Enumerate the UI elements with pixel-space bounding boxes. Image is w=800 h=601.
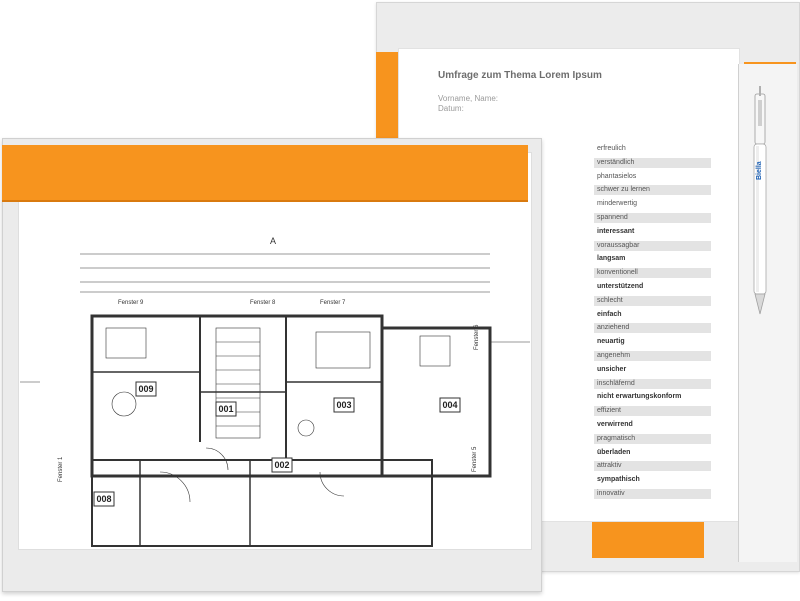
floor-plan-drawing: A 009 001 003 004 002 008 Fenster 9 Fenster 8 Fe…: [20, 236, 530, 547]
survey-item: phantasielos: [597, 172, 637, 180]
window-label: Fenster 7: [320, 300, 346, 306]
room-number: 002: [274, 460, 289, 470]
pen-icon: Biella: [753, 86, 767, 315]
survey-item: schwer zu lernen: [594, 185, 711, 196]
north-arrow: A: [270, 236, 276, 246]
survey-item: erfreulich: [597, 145, 626, 152]
survey-item: pragmatisch: [594, 433, 711, 444]
survey-item: effizient: [594, 406, 711, 417]
room-number: 009: [138, 384, 153, 394]
survey-item: interessant: [597, 227, 635, 235]
survey-item: spannend: [594, 213, 711, 223]
survey-item: angenehm: [594, 351, 711, 361]
pen-brand: Biella: [756, 161, 763, 180]
window-label: Fenster 5: [472, 446, 478, 472]
survey-item: nicht erwartungskonform: [597, 393, 682, 401]
window-label: Fenster 1: [58, 456, 64, 482]
survey-item: sympathisch: [597, 476, 640, 484]
clipboard-clamp-bar: [2, 145, 528, 202]
survey-item: innovativ: [594, 489, 711, 499]
window-label: Fenster 9: [118, 300, 144, 306]
room-number: 004: [442, 400, 457, 410]
room-number: 003: [336, 400, 351, 410]
survey-item: verständlich: [594, 157, 711, 168]
clipboard-orange-edge-bottom: [592, 520, 704, 558]
survey-item: voraussagbar: [594, 240, 711, 251]
survey-item: konventionell: [594, 268, 711, 279]
room-number: 008: [96, 494, 111, 504]
survey-item: unterstützend: [597, 283, 644, 290]
survey-name-field: Vorname, Name:: [438, 94, 499, 103]
survey-item: inschläfernd: [594, 378, 711, 389]
survey-item: unsicher: [597, 365, 627, 373]
survey-item: neuartig: [597, 338, 625, 346]
survey-item: einfach: [597, 310, 622, 318]
survey-date-field: Datum:: [438, 104, 464, 113]
window-label: Fenster 8: [250, 300, 276, 306]
survey-item: schlecht: [594, 295, 711, 306]
survey-item: verwirrend: [597, 421, 633, 428]
survey-item: minderwertig: [597, 200, 638, 208]
survey-item: attraktiv: [594, 461, 711, 472]
room-number: 001: [218, 404, 233, 414]
survey-item: überladen: [597, 448, 631, 456]
window-label: Fenster 6: [474, 324, 480, 350]
survey-item: langsam: [597, 255, 626, 263]
survey-item: anziehend: [594, 323, 711, 334]
survey-title: Umfrage zum Thema Lorem Ipsum: [438, 70, 602, 81]
